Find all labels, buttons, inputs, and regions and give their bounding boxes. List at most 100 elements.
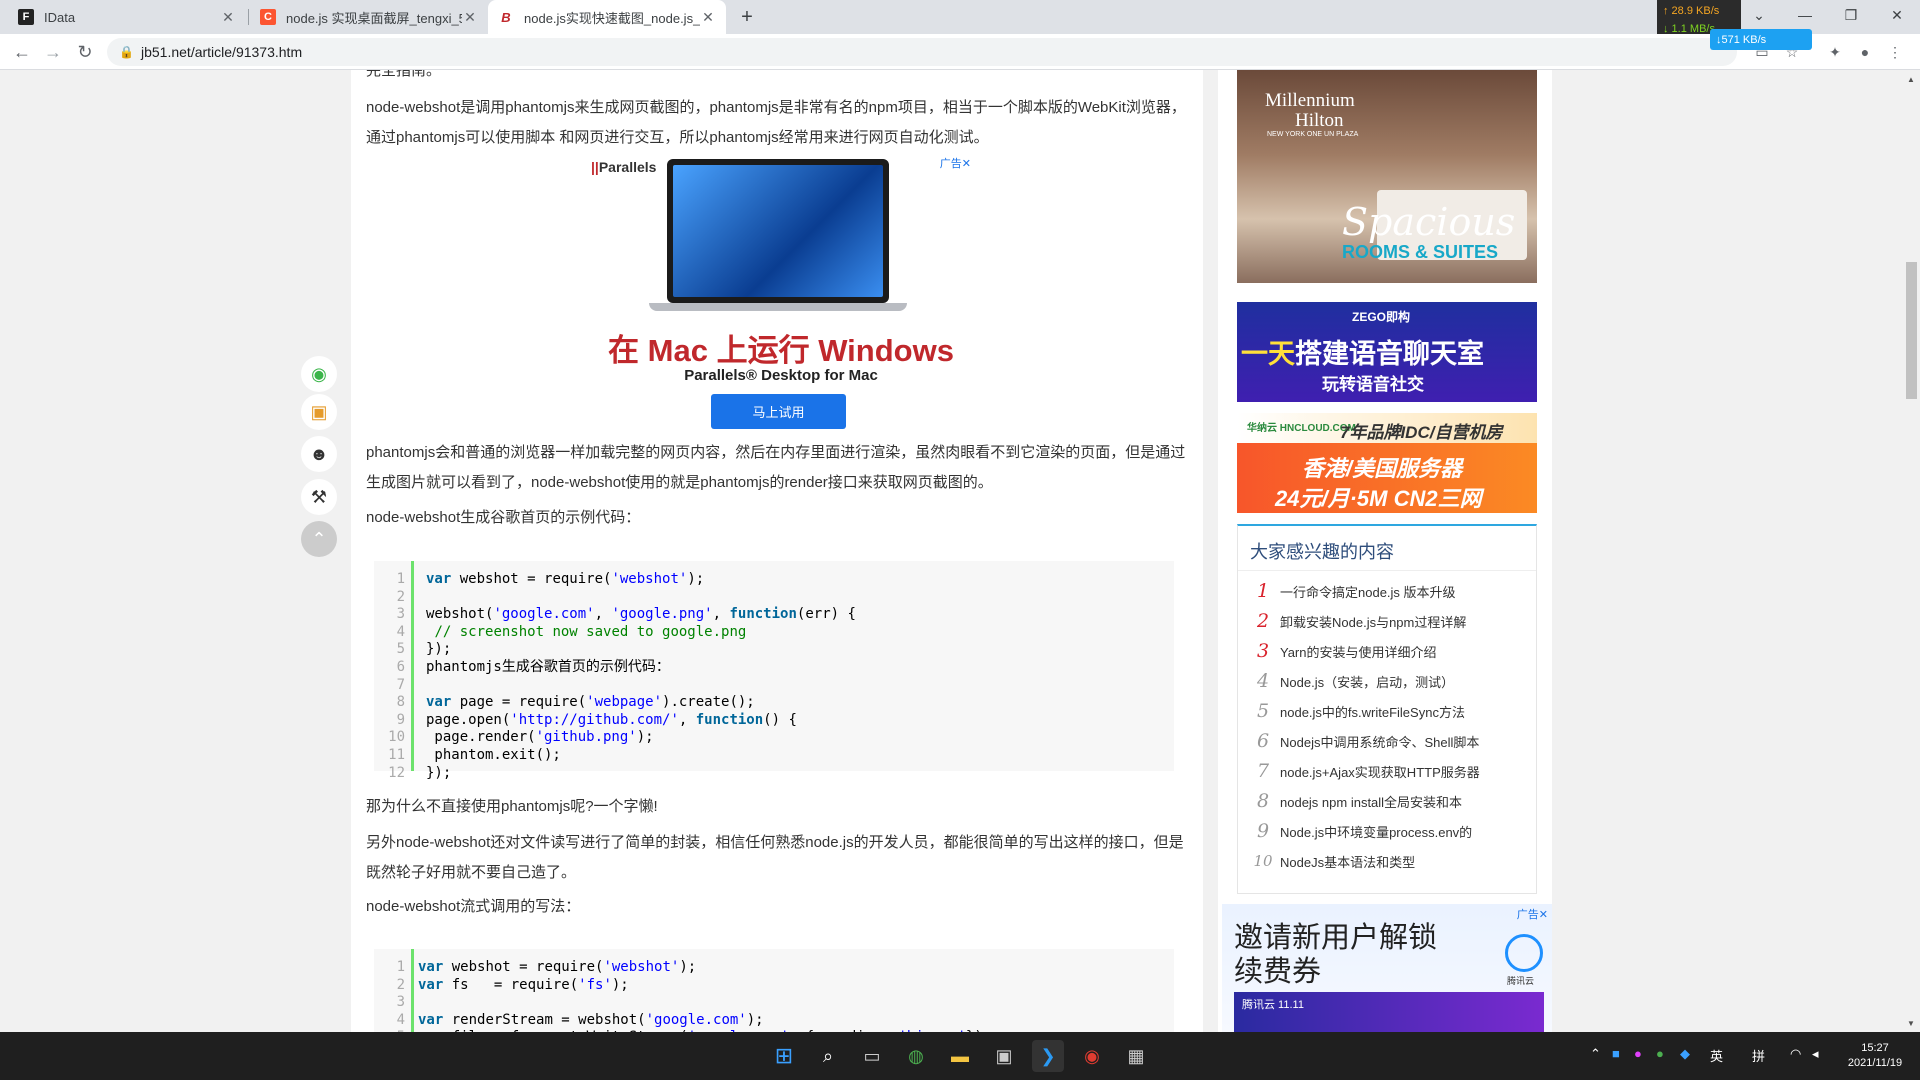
tray-app-icon[interactable]: ● [1634, 1046, 1642, 1061]
related-item[interactable]: 4 Node.js（安装，启动，测试） [1248, 666, 1528, 696]
clock-time: 15:27 [1861, 1042, 1889, 1054]
task-view-icon[interactable]: ▭ [856, 1040, 888, 1072]
line-number: 4 [396, 623, 405, 640]
forward-icon[interactable]: → [40, 39, 66, 65]
extensions-icon[interactable]: ✦ [1825, 42, 1845, 62]
zego-ad[interactable]: ZEGO即构 一天搭建语音聊天室 玩转语音社交 [1237, 302, 1537, 402]
wifi-icon[interactable]: ◠ [1790, 1046, 1801, 1062]
tab-csdn[interactable]: C node.js 实现桌面截屏_tengxi_52 ✕ [250, 0, 488, 34]
chrome-icon[interactable]: ◍ [900, 1040, 932, 1072]
page-viewport: 完全指南。 node-webshot是调用phantomjs来生成网页截图的，p… [0, 70, 1903, 1032]
related-link[interactable]: nodejs npm install全局安装和本 [1280, 792, 1462, 811]
back-icon[interactable]: ← [9, 39, 35, 65]
related-link[interactable]: Nodejs中调用系统命令、Shell脚本 [1280, 732, 1479, 751]
article-paragraph: 那为什么不直接使用phantomjs呢?一个字懒! [366, 798, 658, 815]
back-to-top-icon[interactable]: ⌃ [301, 521, 337, 557]
related-articles: 大家感兴趣的内容 1 一行命令搞定node.js 版本升级 2 卸载安装Node.j… [1237, 524, 1537, 894]
article-paragraph: node-webshot生成谷歌首页的示例代码： [366, 509, 641, 526]
line-number: 12 [388, 764, 405, 781]
minimize-button[interactable]: — [1782, 0, 1828, 30]
hotel-ad[interactable]: Millennium Hilton NEW YORK ONE UN PLAZA … [1237, 70, 1537, 283]
reload-icon[interactable]: ↻ [72, 39, 98, 65]
related-item[interactable]: 8 nodejs npm install全局安装和本 [1248, 786, 1528, 816]
scroll-down-icon[interactable]: ▼ [1907, 1019, 1915, 1028]
lock-icon[interactable]: 🔒 [119, 45, 134, 59]
related-link[interactable]: NodeJs基本语法和类型 [1280, 852, 1415, 871]
ad-subheadline: Parallels® Desktop for Mac [684, 367, 878, 384]
tab-title: node.js 实现桌面截屏_tengxi_52 [286, 10, 462, 26]
related-link[interactable]: Yarn的安装与使用详细介绍 [1280, 642, 1437, 661]
shield-icon[interactable]: ◆ [1680, 1046, 1690, 1062]
rank-number: 10 [1253, 852, 1273, 870]
related-item[interactable]: 2 卸载安装Node.js与npm过程详解 [1248, 606, 1528, 636]
scrollbar-thumb[interactable] [1906, 262, 1917, 399]
maximize-button[interactable]: ❐ [1828, 0, 1874, 30]
ime-mode[interactable]: 拼 [1752, 1046, 1765, 1065]
terminal-icon[interactable]: ▣ [988, 1040, 1020, 1072]
related-item[interactable]: 7 node.js+Ajax实现获取HTTP服务器 [1248, 756, 1528, 786]
tencent-cloud-logo-icon [1505, 934, 1543, 972]
hotel-brand: Millennium [1265, 90, 1355, 111]
wechat-icon[interactable]: ◉ [301, 356, 337, 392]
volume-icon[interactable]: ◂ [1812, 1046, 1819, 1062]
page-scrollbar[interactable] [1903, 70, 1920, 1032]
related-item[interactable]: 3 Yarn的安装与使用详细介绍 [1248, 636, 1528, 666]
related-item[interactable]: 6 Nodejs中调用系统命令、Shell脚本 [1248, 726, 1528, 756]
menu-icon[interactable]: ⋮ [1885, 42, 1905, 62]
parallels-ad[interactable]: ||Parallels 广告✕ 在 Mac 上运行 Windows Parall… [591, 155, 971, 435]
hotel-location: NEW YORK ONE UN PLAZA [1267, 131, 1359, 138]
related-link[interactable]: Node.js中环境变量process.env的 [1280, 822, 1472, 841]
search-icon[interactable]: ⌕ [812, 1040, 844, 1072]
close-icon[interactable]: ✕ [462, 9, 478, 26]
line-number: 6 [396, 658, 405, 675]
upload-speed: ↑ 28.9 KB/s [1663, 5, 1720, 17]
zego-headline: 一天搭建语音聊天室 [1241, 339, 1484, 369]
close-window-button[interactable]: ✕ [1874, 0, 1920, 30]
close-icon[interactable]: ✕ [220, 9, 236, 26]
wrench-icon[interactable]: ⚒ [301, 479, 337, 515]
divider [1238, 570, 1536, 571]
show-hidden-icons-icon[interactable]: ⌃ [1590, 1046, 1601, 1062]
group-icon[interactable]: ☻ [301, 436, 337, 472]
close-icon[interactable]: ✕ [700, 9, 716, 26]
related-link[interactable]: node.js中的fs.writeFileSync方法 [1280, 702, 1465, 721]
code-text: var webshot = require('webshot'); websho… [426, 571, 856, 781]
tab-idata[interactable]: F IData ✕ [8, 0, 246, 34]
clock[interactable]: 15:27 2021/11/19 [1840, 1041, 1910, 1071]
ime-language[interactable]: 英 [1710, 1046, 1723, 1065]
tab-jb51[interactable]: B node.js实现快速截图_node.js_脚 ✕ [488, 0, 726, 34]
related-link[interactable]: node.js+Ajax实现获取HTTP服务器 [1280, 762, 1480, 781]
idc-ad[interactable]: 华纳云 HNCLOUD.COM 7年品牌IDC/自营机房 香港/美国服务器 24… [1237, 413, 1537, 513]
article-paragraph: 完全指南。 [366, 70, 442, 79]
ad-close-tag[interactable]: 广告✕ [940, 155, 971, 171]
related-link[interactable]: Node.js（安装，启动，测试） [1280, 672, 1454, 691]
profile-icon[interactable]: ● [1855, 42, 1875, 62]
calculator-icon[interactable]: ▦ [1120, 1040, 1152, 1072]
tab-strip: F IData ✕ C node.js 实现桌面截屏_tengxi_52 ✕ B… [0, 0, 1920, 40]
wechat-tray-icon[interactable]: ● [1656, 1046, 1664, 1061]
netease-music-icon[interactable]: ◉ [1076, 1040, 1108, 1072]
line-numbers: 1 2 3 4 5 6 7 8 9 10 11 12 [374, 561, 414, 781]
image-icon[interactable]: ▣ [301, 394, 337, 430]
related-item[interactable]: 1 一行命令搞定node.js 版本升级 [1248, 576, 1528, 606]
tray-app-icon[interactable]: ■ [1612, 1046, 1620, 1061]
new-tab-button[interactable]: + [735, 5, 759, 29]
vscode-icon[interactable]: ❯ [1032, 1040, 1064, 1072]
start-icon[interactable]: ⊞ [768, 1040, 800, 1072]
address-bar[interactable]: 🔒 jb51.net/article/91373.htm [107, 38, 1737, 66]
ad-cta-button[interactable]: 马上试用 [711, 394, 846, 429]
ad-close-tag[interactable]: 广告✕ [1517, 906, 1548, 922]
rank-number: 2 [1256, 610, 1270, 632]
tencent-cloud-ad[interactable]: 广告✕ 邀请新用户解锁 续费券 腾讯云 腾讯云 11.11 [1222, 904, 1552, 1032]
file-explorer-icon[interactable]: ▬ [944, 1040, 976, 1072]
related-link[interactable]: 一行命令搞定node.js 版本升级 [1280, 582, 1456, 601]
tencent-cloud-label: 腾讯云 [1507, 976, 1535, 986]
clock-date: 2021/11/19 [1847, 1057, 1903, 1069]
related-link[interactable]: 卸载安装Node.js与npm过程详解 [1280, 612, 1466, 631]
related-item[interactable]: 9 Node.js中环境变量process.env的 [1248, 816, 1528, 846]
scroll-up-icon[interactable]: ▲ [1907, 75, 1915, 84]
related-item[interactable]: 5 node.js中的fs.writeFileSync方法 [1248, 696, 1528, 726]
url-text: jb51.net/article/91373.htm [141, 44, 303, 60]
tab-search-icon[interactable]: ⌄ [1736, 0, 1782, 30]
related-item[interactable]: 10 NodeJs基本语法和类型 [1248, 846, 1528, 876]
